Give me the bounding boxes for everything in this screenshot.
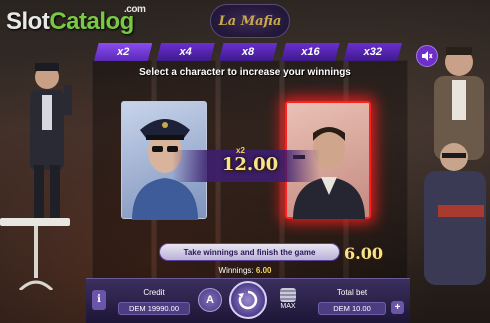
max-bet-label: MAX (280, 303, 296, 310)
spin-arrows-icon (238, 290, 258, 310)
boss-figure-seated (424, 143, 486, 285)
multiplier-step: x8 (218, 43, 278, 61)
game-logo: La Mafia (210, 4, 290, 38)
watermark-com: .com (124, 4, 146, 15)
max-bet-button[interactable]: MAX (276, 288, 300, 314)
info-button[interactable]: i (92, 290, 106, 310)
instruction-text: Select a character to increase your winn… (139, 67, 351, 78)
increase-bet-button[interactable]: + (391, 301, 404, 314)
coin-stack-icon (280, 288, 296, 302)
total-bet-value: DEM 10.00 (318, 302, 386, 315)
credit-label: Credit (143, 288, 165, 297)
winnings-value: 6.00 (255, 266, 272, 275)
sound-toggle-button[interactable] (416, 45, 438, 67)
multiplier-step: x4 (156, 43, 215, 61)
total-bet-label: Total bet (336, 288, 368, 297)
multiplier-step: x16 (281, 43, 340, 61)
slotcatalog-watermark: SlotCatalog .com (6, 4, 146, 36)
credit-value: DEM 19990.00 (118, 302, 190, 315)
autoplay-button[interactable]: A (198, 288, 222, 312)
take-winnings-value: 6.00 (344, 244, 383, 263)
winnings-label: Winnings: (218, 266, 254, 275)
speaker-muted-icon (422, 51, 433, 61)
take-winnings-button[interactable]: Take winnings and finish the game (159, 243, 340, 261)
winnings-display: Winnings: 6.00 (0, 266, 490, 275)
mobster-figure-left (30, 63, 72, 225)
spin-button[interactable] (229, 281, 267, 319)
multiplier-step: x32 (343, 43, 403, 61)
potential-win-value: 12.00 (221, 154, 279, 175)
multiplier-ladder: x2 x4 x8 x16 x32 (94, 43, 403, 61)
watermark-catalog: Catalog (49, 8, 134, 35)
side-table (0, 218, 70, 226)
watermark-slot: Slot (6, 8, 50, 35)
multiplier-step: x2 (94, 43, 153, 61)
table-stand (18, 226, 54, 290)
